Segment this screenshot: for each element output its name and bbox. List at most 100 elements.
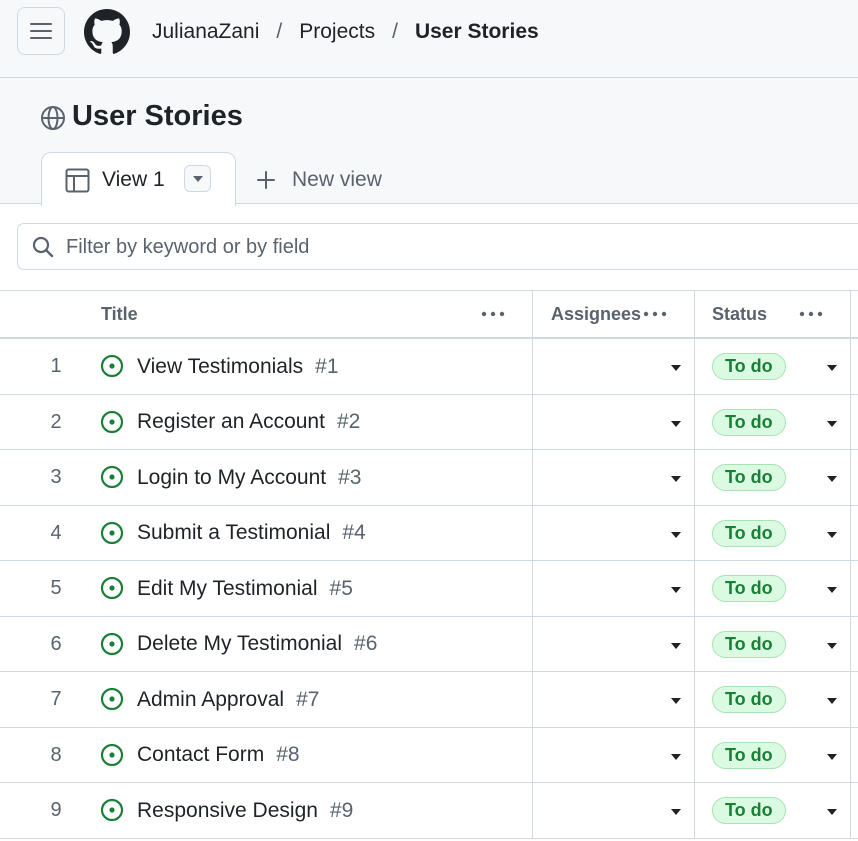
status-badge[interactable]: To do — [712, 686, 786, 713]
breadcrumb: JulianaZani / Projects / User Stories — [152, 18, 539, 46]
breadcrumb-owner-link[interactable]: JulianaZani — [152, 20, 259, 44]
filter-input[interactable] — [66, 232, 826, 262]
view-options-button[interactable] — [184, 165, 211, 192]
hamburger-menu-button[interactable] — [17, 7, 65, 55]
title-column-menu-icon[interactable] — [481, 304, 505, 324]
issue-title-link[interactable]: Edit My Testimonial — [137, 577, 318, 601]
assignees-dropdown-icon[interactable] — [670, 531, 682, 539]
issue-opened-icon — [100, 632, 124, 655]
status-dropdown-icon[interactable] — [826, 475, 838, 483]
issue-title-link[interactable]: Admin Approval — [137, 688, 284, 712]
status-dropdown-icon[interactable] — [826, 364, 838, 372]
issue-opened-icon — [100, 465, 124, 489]
issue-opened-icon — [100, 521, 124, 544]
issue-number: #7 — [296, 687, 320, 711]
issue-title-link[interactable]: Responsive Design — [137, 799, 318, 823]
table-row[interactable]: 1 View Testimonials #1 To do — [0, 339, 858, 395]
hamburger-icon — [30, 23, 52, 39]
issue-title-link[interactable]: Submit a Testimonial — [137, 521, 330, 545]
new-view-label: New view — [292, 168, 382, 191]
issue-title-link[interactable]: Register an Account — [137, 410, 325, 434]
issue-title-cell: Register an Account #2 — [137, 395, 360, 450]
table-body: 1 View Testimonials #1 To do 2 Register … — [0, 339, 858, 839]
globe-icon — [41, 106, 65, 130]
status-badge[interactable]: To do — [712, 353, 786, 380]
issue-title-cell: Submit a Testimonial #4 — [137, 506, 366, 561]
table-row[interactable]: 8 Contact Form #8 To do — [0, 728, 858, 783]
table-row[interactable]: 9 Responsive Design #9 To do — [0, 783, 858, 839]
status-dropdown-icon[interactable] — [826, 642, 838, 650]
assignees-dropdown-icon[interactable] — [670, 420, 682, 428]
status-badge[interactable]: To do — [712, 408, 786, 436]
project-table: Title Assignees Status 1 View Testimonia… — [0, 290, 858, 839]
issue-title-link[interactable]: Contact Form — [137, 743, 264, 767]
issue-number: #5 — [329, 576, 353, 600]
issue-title-link[interactable]: Delete My Testimonial — [137, 632, 342, 656]
assignees-dropdown-icon[interactable] — [670, 808, 682, 816]
table-row[interactable]: 3 Login to My Account #3 To do — [0, 450, 858, 506]
breadcrumb-projects-link[interactable]: Projects — [299, 20, 375, 44]
issue-number: #3 — [338, 465, 362, 489]
table-icon — [65, 168, 90, 193]
top-bar: JulianaZani / Projects / User Stories — [0, 0, 858, 78]
column-header-title[interactable]: Title — [101, 291, 138, 337]
issue-title-cell: Login to My Account #3 — [137, 450, 361, 505]
breadcrumb-current-project[interactable]: User Stories — [415, 20, 539, 44]
column-divider — [532, 291, 533, 839]
row-number: 2 — [50, 410, 62, 433]
issue-opened-icon — [100, 687, 124, 711]
row-number: 4 — [50, 521, 62, 544]
table-row[interactable]: 4 Submit a Testimonial #4 To do — [0, 506, 858, 561]
status-badge[interactable]: To do — [712, 464, 786, 491]
status-badge[interactable]: To do — [712, 797, 786, 824]
assignees-dropdown-icon[interactable] — [670, 364, 682, 372]
issue-title-cell: Admin Approval #7 — [137, 672, 319, 727]
status-dropdown-icon[interactable] — [826, 753, 838, 761]
assignees-dropdown-icon[interactable] — [670, 475, 682, 483]
status-dropdown-icon[interactable] — [826, 531, 838, 539]
column-header-status[interactable]: Status — [712, 291, 767, 337]
row-number: 5 — [50, 577, 62, 599]
issue-number: #9 — [329, 798, 354, 822]
issue-opened-icon — [100, 354, 124, 378]
row-number: 1 — [50, 355, 62, 377]
new-view-button[interactable]: New view — [256, 166, 382, 194]
status-dropdown-icon[interactable] — [826, 420, 838, 428]
assignees-dropdown-icon[interactable] — [670, 586, 682, 594]
plus-icon — [257, 171, 275, 189]
assignees-dropdown-icon[interactable] — [670, 753, 682, 761]
issue-number: #2 — [336, 410, 361, 433]
table-row[interactable]: 5 Edit My Testimonial #5 To do — [0, 561, 858, 617]
github-logo-icon[interactable] — [84, 9, 130, 55]
column-divider — [694, 291, 695, 839]
issue-opened-icon — [100, 743, 124, 766]
table-row[interactable]: 7 Admin Approval #7 To do — [0, 672, 858, 728]
issue-number: #1 — [315, 354, 339, 378]
triangle-down-icon — [192, 175, 203, 182]
assignees-column-menu-icon[interactable] — [643, 304, 667, 324]
status-dropdown-icon[interactable] — [826, 697, 838, 705]
status-dropdown-icon[interactable] — [826, 586, 838, 594]
issue-title-cell: View Testimonials #1 — [137, 339, 339, 394]
issue-title-link[interactable]: Login to My Account — [137, 466, 326, 490]
issue-number: #4 — [342, 521, 366, 544]
issue-title-link[interactable]: View Testimonials — [137, 355, 303, 379]
status-badge[interactable]: To do — [712, 575, 786, 602]
issue-opened-icon — [100, 798, 124, 822]
column-header-assignees[interactable]: Assignees — [551, 291, 641, 337]
breadcrumb-separator: / — [276, 20, 283, 43]
row-number: 3 — [50, 466, 62, 488]
status-column-menu-icon[interactable] — [799, 304, 823, 324]
breadcrumb-separator: / — [392, 20, 398, 43]
status-badge[interactable]: To do — [712, 519, 786, 547]
table-row[interactable]: 6 Delete My Testimonial #6 To do — [0, 617, 858, 672]
tab-view-1-label[interactable]: View 1 — [102, 168, 165, 192]
status-badge[interactable]: To do — [712, 630, 786, 658]
assignees-dropdown-icon[interactable] — [670, 642, 682, 650]
assignees-dropdown-icon[interactable] — [670, 697, 682, 705]
status-badge[interactable]: To do — [712, 741, 786, 769]
row-number: 6 — [50, 632, 62, 655]
table-row[interactable]: 2 Register an Account #2 To do — [0, 395, 858, 450]
search-icon — [32, 236, 54, 258]
status-dropdown-icon[interactable] — [826, 808, 838, 816]
